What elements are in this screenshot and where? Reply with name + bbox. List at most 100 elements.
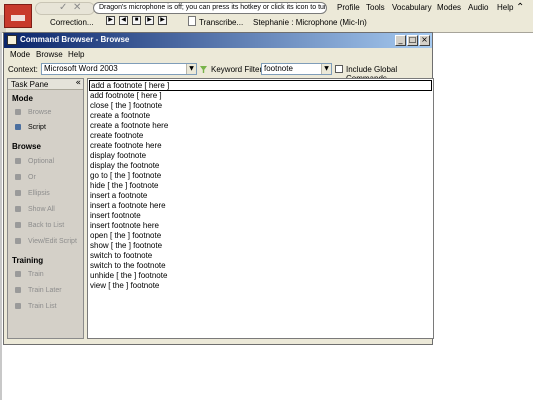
ellipsis-item: Ellipsis — [13, 188, 50, 198]
double-chevron-left-icon[interactable]: « — [75, 78, 81, 89]
train-icon — [13, 269, 23, 279]
list-item[interactable]: go to [ the ] footnote — [90, 171, 161, 181]
minimize-button[interactable]: _ — [395, 35, 406, 46]
next-icon[interactable]: ▶ — [158, 16, 167, 25]
close-icon[interactable]: ✕ — [73, 2, 81, 13]
include-global-checkbox[interactable] — [335, 65, 343, 73]
microphone-status: Stephanie : Microphone (Mic-In) — [253, 18, 367, 27]
menu-browse[interactable]: Browse — [36, 50, 63, 59]
microphone-controls[interactable]: ✓ ✕ — [35, 2, 95, 15]
command-list[interactable]: add a footnote [ here ] add footnote [ h… — [87, 78, 434, 339]
chevron-up-icon[interactable]: ⌃ — [516, 2, 524, 13]
list-item[interactable]: add footnote [ here ] — [90, 91, 162, 101]
list-item[interactable]: unhide [ the ] footnote — [90, 271, 167, 281]
context-dropdown[interactable]: Microsoft Word 2003 ▼ — [41, 63, 197, 75]
command-browser-window: Command Browser - Browse _ □ × Mode Brow… — [3, 32, 434, 345]
train-list-icon — [13, 301, 23, 311]
task-pane: Task Pane « Mode Browse Script Browse Op… — [7, 78, 84, 339]
train-later-item: Train Later — [13, 285, 62, 295]
or-item-label: Or — [28, 173, 36, 181]
list-item[interactable]: insert a footnote — [90, 191, 147, 201]
list-item[interactable]: view [ the ] footnote — [90, 281, 159, 291]
menu-help[interactable]: Help — [68, 50, 84, 59]
keyword-filter-dropdown[interactable]: footnote ▼ — [261, 63, 332, 75]
training-section-title: Training — [12, 256, 44, 265]
list-item[interactable]: insert a footnote here — [90, 201, 166, 211]
browse-item-label: Browse — [28, 108, 52, 116]
correction-button[interactable]: Correction... — [50, 18, 94, 27]
train-list-item: Train List — [13, 301, 57, 311]
menu-help[interactable]: Help — [497, 3, 513, 13]
train-item-label: Train — [28, 270, 44, 278]
browse-item: Browse — [13, 107, 51, 117]
menu-audio[interactable]: Audio — [468, 3, 488, 13]
back-to-list-item: Back to List — [13, 220, 64, 230]
window-title: Command Browser - Browse — [20, 35, 130, 44]
script-item[interactable]: Script — [13, 122, 46, 132]
status-message: Dragon's microphone is off; you can pres… — [93, 2, 327, 14]
view-edit-script-item: View/Edit Script — [13, 236, 77, 246]
menu-mode[interactable]: Mode — [10, 50, 30, 59]
view-edit-script-icon — [13, 236, 23, 246]
back-to-list-icon — [13, 220, 23, 230]
mode-section-title: Mode — [12, 94, 33, 103]
menu-tools[interactable]: Tools — [366, 3, 385, 13]
list-item[interactable]: switch to the footnote — [90, 261, 166, 271]
list-item[interactable]: hide [ the ] footnote — [90, 181, 159, 191]
or-item: Or — [13, 172, 36, 182]
list-item[interactable]: create footnote here — [90, 141, 162, 151]
list-item[interactable]: insert footnote here — [90, 221, 159, 231]
check-icon[interactable]: ✓ — [59, 2, 67, 13]
list-item[interactable]: display footnote — [90, 151, 146, 161]
train-later-item-label: Train Later — [28, 286, 62, 294]
maximize-button[interactable]: □ — [407, 35, 418, 46]
optional-item: Optional — [13, 156, 54, 166]
filter-icon — [200, 66, 207, 73]
filter-row: Context: Microsoft Word 2003 ▼ Keyword F… — [4, 61, 432, 83]
list-item[interactable]: create footnote — [90, 131, 143, 141]
app-icon — [7, 35, 17, 45]
menu-vocabulary[interactable]: Vocabulary — [392, 3, 432, 13]
optional-item-label: Optional — [28, 157, 55, 165]
dragon-microphone-icon[interactable] — [4, 4, 32, 28]
chevron-down-icon[interactable]: ▼ — [186, 64, 196, 74]
context-label: Context: — [8, 65, 38, 74]
window-menu-bar: Mode Browse Help — [4, 48, 432, 62]
context-value: Microsoft Word 2003 — [44, 64, 118, 73]
window-bottom-strip — [4, 339, 432, 344]
transcribe-button[interactable]: Transcribe... — [199, 18, 243, 27]
show-all-icon — [13, 204, 23, 214]
play-icon[interactable]: ▶ — [106, 16, 115, 25]
menu-profile[interactable]: Profile — [337, 3, 360, 13]
ellipsis-item-label: Ellipsis — [28, 189, 50, 197]
show-all-item: Show All — [13, 204, 55, 214]
task-pane-title: Task Pane — [11, 80, 49, 89]
dragon-bar: ✓ ✕ Dragon's microphone is off; you can … — [0, 0, 533, 33]
list-item[interactable]: insert footnote — [90, 211, 141, 221]
title-bar[interactable]: Command Browser - Browse _ □ × — [4, 33, 432, 48]
optional-icon — [13, 156, 23, 166]
menu-modes[interactable]: Modes — [437, 3, 461, 13]
close-button[interactable]: × — [419, 35, 430, 46]
task-pane-header: Task Pane « — [8, 78, 83, 90]
script-icon — [13, 122, 23, 132]
document-icon[interactable] — [188, 16, 196, 26]
browse-section-title: Browse — [12, 142, 41, 151]
fast-forward-icon[interactable]: ▶ — [145, 16, 154, 25]
or-icon — [13, 172, 23, 182]
left-edge — [0, 32, 2, 400]
list-item[interactable]: create a footnote here — [90, 121, 168, 131]
list-item[interactable]: close [ the ] footnote — [90, 101, 162, 111]
list-item[interactable]: add a footnote [ here ] — [89, 80, 432, 91]
list-item[interactable]: create a footnote — [90, 111, 150, 121]
list-item[interactable]: switch to footnote — [90, 251, 152, 261]
skip-back-icon[interactable]: ◀ — [119, 16, 128, 25]
train-later-icon — [13, 285, 23, 295]
chevron-down-icon[interactable]: ▼ — [321, 64, 331, 74]
list-item[interactable]: show [ the ] footnote — [90, 241, 162, 251]
stop-icon[interactable]: ■ — [132, 16, 141, 25]
script-item-label: Script — [28, 123, 46, 131]
list-item[interactable]: display the footnote — [90, 161, 159, 171]
train-list-item-label: Train List — [28, 302, 57, 310]
list-item[interactable]: open [ the ] footnote — [90, 231, 161, 241]
